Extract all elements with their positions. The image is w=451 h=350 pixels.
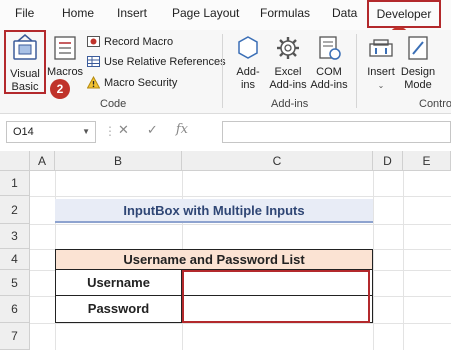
formula-bar-grip-icon: ⋮	[104, 124, 116, 138]
column-header-d[interactable]: D	[373, 151, 403, 171]
tab-formulas[interactable]: Formulas	[260, 6, 310, 20]
excel-add-ins-button[interactable]: Excel Add-ins	[268, 34, 308, 92]
warning-icon	[87, 76, 100, 89]
gridline	[30, 196, 451, 197]
row-header-7[interactable]: 7	[0, 323, 30, 350]
tab-developer[interactable]: Developer	[367, 0, 441, 28]
add-ins-button[interactable]: Add-ins	[230, 34, 266, 92]
controls-group-label: Contro	[419, 98, 451, 110]
name-box-value: O14	[13, 126, 34, 138]
step-2-badge: 2	[50, 79, 70, 99]
add-ins-icon	[238, 36, 258, 59]
row-header-1[interactable]: 1	[0, 171, 30, 196]
row-header-3[interactable]: 3	[0, 224, 30, 249]
use-relative-references-label: Use Relative References	[104, 55, 226, 68]
record-macro-button[interactable]: Record Macro	[87, 35, 173, 48]
add-ins-label: Add-ins	[236, 66, 260, 91]
worksheet-grid: A B C D E 1 2 3 4 5 6 7 InputBox with Mu…	[0, 151, 451, 350]
ribbon: Visual Basic 2 Macros Record Macro Use R…	[0, 30, 451, 114]
formula-bar: O14 ▼ ⋮ ✕ ✓ fx	[0, 118, 451, 146]
chevron-down-icon: ⌄	[377, 81, 385, 90]
design-mode-button[interactable]: Design Mode	[400, 34, 436, 92]
insert-function-icon[interactable]: fx	[176, 122, 188, 138]
row-header-4[interactable]: 4	[0, 249, 30, 270]
chevron-down-icon[interactable]: ▼	[82, 122, 90, 142]
column-header-b[interactable]: B	[55, 151, 182, 171]
tab-insert[interactable]: Insert	[117, 6, 147, 20]
gridline	[403, 171, 404, 350]
ribbon-separator	[222, 34, 223, 108]
formula-input[interactable]	[222, 121, 451, 143]
formula-bar-buttons: ✕ ✓ fx	[118, 122, 188, 138]
select-all-corner[interactable]	[0, 151, 30, 171]
insert-control-label: Insert	[367, 66, 395, 78]
insert-control-button[interactable]: Insert ⌄	[364, 34, 398, 92]
toolbox-icon	[369, 39, 393, 57]
com-add-ins-icon	[319, 36, 341, 60]
gear-icon	[277, 37, 299, 59]
table-header-cell[interactable]: Username and Password List	[55, 249, 373, 270]
visual-basic-label: Visual Basic	[10, 68, 40, 93]
row-header-2[interactable]: 2	[0, 196, 30, 224]
tab-data[interactable]: Data	[332, 6, 357, 20]
excel-add-ins-label: Excel Add-ins	[269, 66, 307, 91]
add-ins-group-label: Add-ins	[271, 98, 309, 110]
ribbon-separator	[356, 34, 357, 108]
relative-references-icon	[87, 56, 100, 67]
gridline	[373, 171, 374, 350]
username-label-cell[interactable]: Username	[55, 270, 182, 296]
column-header-a[interactable]: A	[30, 151, 55, 171]
macros-icon	[54, 36, 76, 60]
cancel-icon[interactable]: ✕	[118, 122, 129, 138]
design-mode-label: Design Mode	[400, 66, 436, 91]
visual-basic-button[interactable]: Visual Basic	[6, 32, 44, 94]
com-add-ins-label: COM Add-ins	[310, 66, 348, 91]
enter-icon[interactable]: ✓	[147, 122, 158, 138]
code-group-label: Code	[100, 98, 127, 110]
visual-basic-icon	[13, 34, 37, 60]
row-header-5[interactable]: 5	[0, 270, 30, 296]
gridline	[30, 224, 451, 225]
gridline	[30, 323, 451, 324]
use-relative-references-button[interactable]: Use Relative References	[87, 55, 226, 68]
column-header-c[interactable]: C	[182, 151, 373, 171]
macros-button[interactable]: Macros	[47, 34, 83, 79]
record-macro-label: Record Macro	[104, 35, 174, 48]
macros-label: Macros	[47, 66, 84, 78]
column-header-e[interactable]: E	[403, 151, 451, 171]
tab-home[interactable]: Home	[62, 6, 94, 20]
input-range-highlight	[182, 270, 370, 323]
row-header-6[interactable]: 6	[0, 296, 30, 323]
sheet-title-cell[interactable]: InputBox with Multiple Inputs	[55, 199, 373, 223]
macro-security-button[interactable]: Macro Security	[87, 76, 177, 89]
password-label-cell[interactable]: Password	[55, 296, 182, 323]
record-macro-icon	[87, 36, 100, 47]
macro-security-label: Macro Security	[104, 76, 178, 89]
design-mode-icon	[408, 36, 428, 60]
name-box[interactable]: O14 ▼	[6, 121, 96, 143]
tab-file[interactable]: File	[15, 6, 34, 20]
tab-page-layout[interactable]: Page Layout	[172, 6, 239, 20]
menu-bar: File Home Insert Page Layout Formulas Da…	[0, 0, 451, 47]
com-add-ins-button[interactable]: COM Add-ins	[308, 34, 350, 92]
